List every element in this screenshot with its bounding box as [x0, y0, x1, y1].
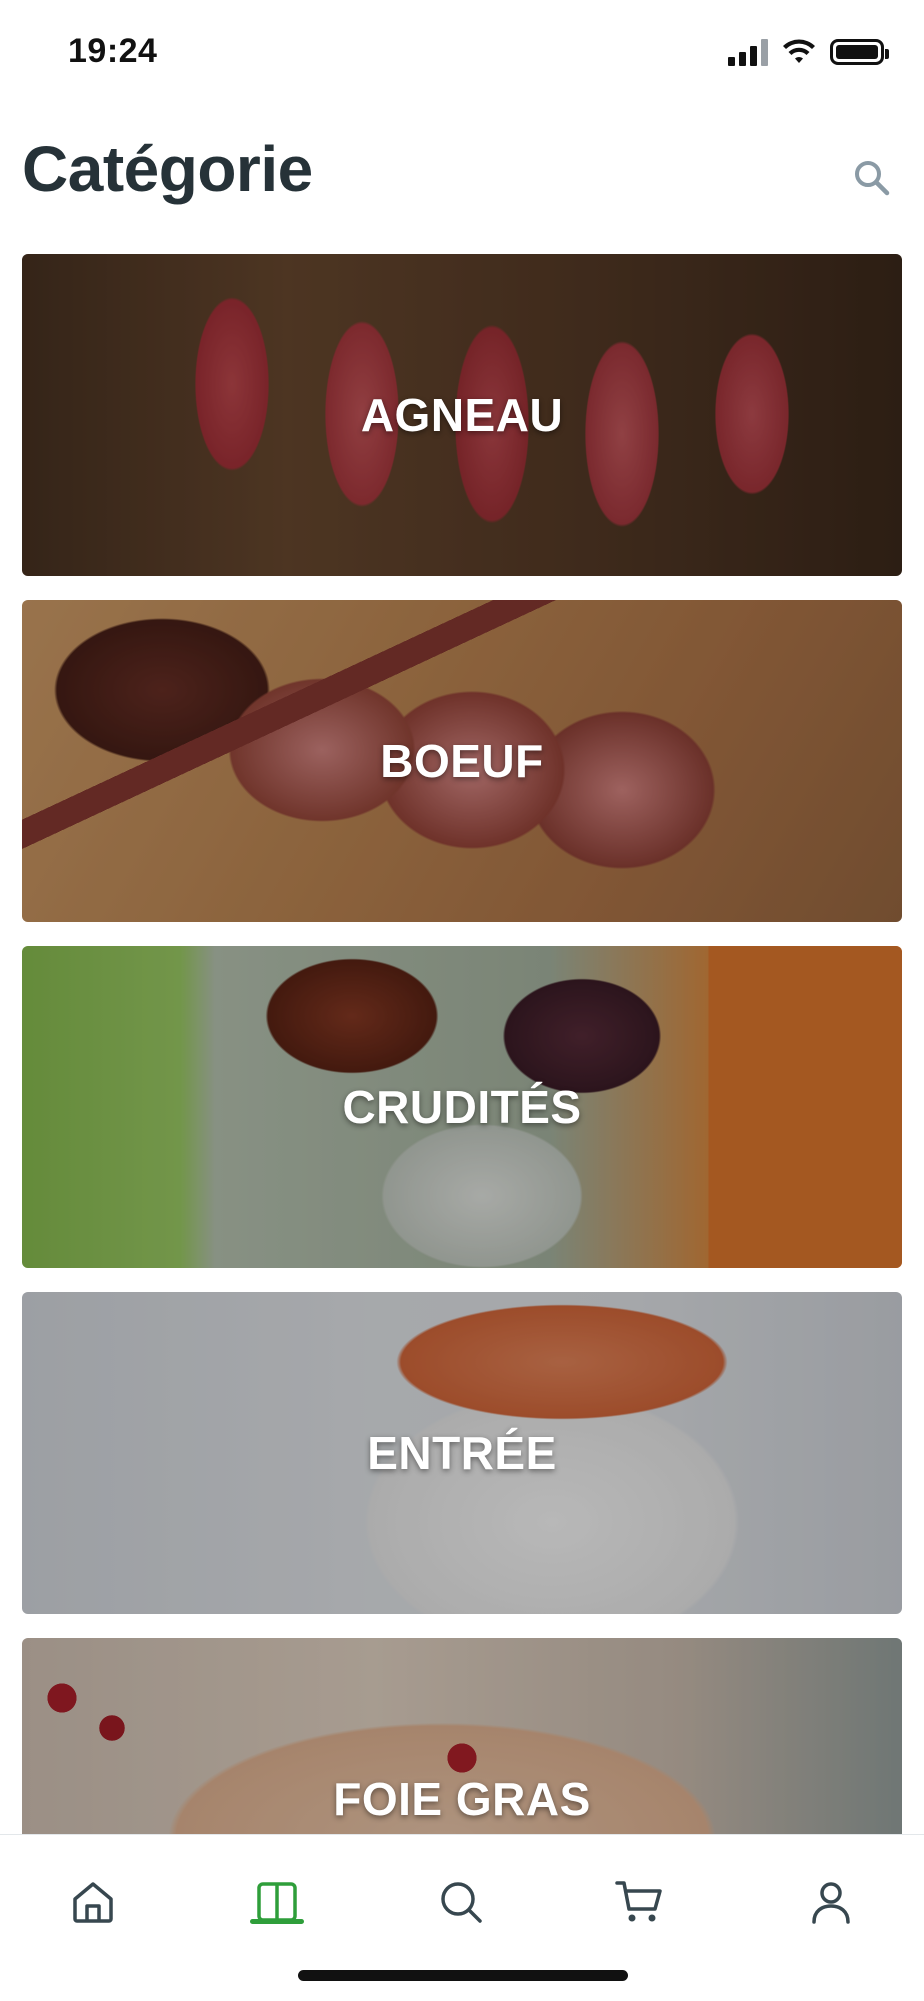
search-button[interactable]	[848, 154, 896, 202]
category-card-foie-gras[interactable]: FOIE GRAS	[22, 1638, 902, 1834]
category-card-crudites[interactable]: CRUDITÉS	[22, 946, 902, 1268]
profile-icon	[812, 1882, 850, 1924]
category-label: ENTRÉE	[367, 1427, 557, 1479]
status-icons	[728, 38, 889, 66]
active-tab-indicator	[250, 1919, 304, 1924]
status-time: 19:24	[68, 32, 158, 70]
nav-home[interactable]	[48, 1857, 138, 1947]
battery-icon	[830, 39, 889, 65]
wifi-icon	[783, 39, 815, 63]
category-card-agneau[interactable]: AGNEAU	[22, 254, 902, 576]
home-indicator	[298, 1970, 628, 1981]
search-icon	[441, 1882, 482, 1923]
home-icon	[73, 1882, 113, 1923]
nav-cart[interactable]	[594, 1857, 684, 1947]
cart-icon	[615, 1881, 662, 1922]
nav-catalog[interactable]	[232, 1857, 322, 1947]
cellular-signal-icon	[728, 38, 768, 66]
category-label: AGNEAU	[360, 389, 564, 441]
category-label: FOIE GRAS	[333, 1773, 591, 1825]
category-label: CRUDITÉS	[342, 1081, 582, 1133]
page-title: Catégorie	[22, 133, 313, 205]
category-list: AGNEAU BOEUF CRUDITÉS ENTRÉE FOIE GRAS	[22, 254, 902, 1834]
header: Catégorie	[0, 120, 924, 230]
nav-profile[interactable]	[786, 1857, 876, 1947]
nav-search[interactable]	[416, 1857, 506, 1947]
category-card-entree[interactable]: ENTRÉE	[22, 1292, 902, 1614]
category-label: BOEUF	[380, 735, 544, 787]
status-bar: 19:24	[0, 0, 924, 110]
search-icon	[855, 161, 890, 196]
category-card-boeuf[interactable]: BOEUF	[22, 600, 902, 922]
